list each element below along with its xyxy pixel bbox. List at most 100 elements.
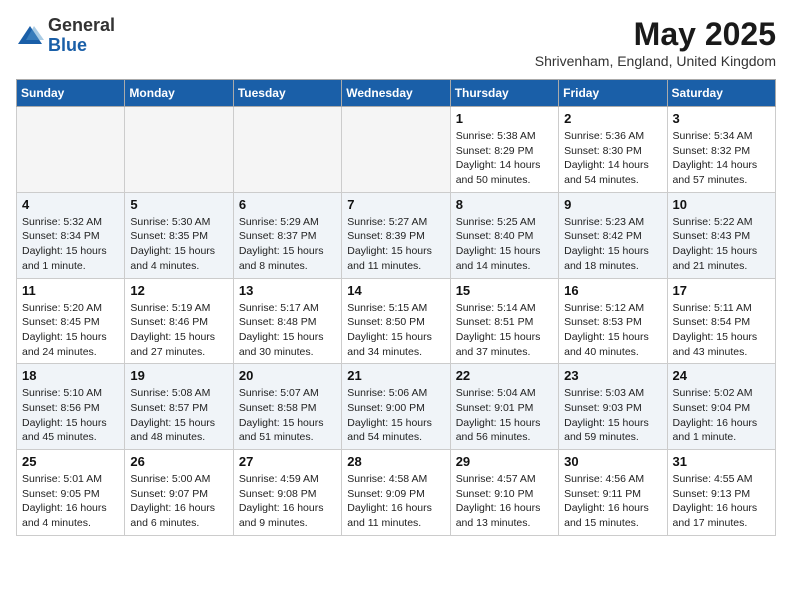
day-number: 17 [673, 283, 770, 298]
day-number: 21 [347, 368, 444, 383]
day-number: 20 [239, 368, 336, 383]
day-number: 8 [456, 197, 553, 212]
day-number: 9 [564, 197, 661, 212]
day-content: Sunrise: 4:59 AM Sunset: 9:08 PM Dayligh… [239, 472, 336, 531]
calendar-cell: 6Sunrise: 5:29 AM Sunset: 8:37 PM Daylig… [233, 192, 341, 278]
day-content: Sunrise: 4:57 AM Sunset: 9:10 PM Dayligh… [456, 472, 553, 531]
week-row-5: 25 Sunrise: 5:01 AM Sunset: 9:05 PM Dayli… [17, 450, 776, 536]
calendar-cell: 22 Sunrise: 5:04 AM Sunset: 9:01 PM Dayli… [450, 364, 558, 450]
calendar-cell: 7Sunrise: 5:27 AM Sunset: 8:39 PM Daylig… [342, 192, 450, 278]
day-content: Sunrise: 5:02 AM Sunset: 9:04 PM Dayligh… [673, 386, 770, 445]
calendar-cell: 19 Sunrise: 5:08 AM Sunset: 8:57 PM Dayli… [125, 364, 233, 450]
calendar-cell: 26 Sunrise: 5:00 AM Sunset: 9:07 PM Dayli… [125, 450, 233, 536]
month-title: May 2025 [535, 16, 776, 53]
logo-icon [16, 22, 44, 50]
day-content: Sunrise: 5:19 AM Sunset: 8:46 PM Dayligh… [130, 301, 227, 360]
weekday-header-saturday: Saturday [667, 80, 775, 107]
calendar-cell [233, 107, 341, 193]
day-number: 30 [564, 454, 661, 469]
day-content: Sunrise: 5:34 AM Sunset: 8:32 PM Dayligh… [673, 129, 770, 188]
calendar-cell [125, 107, 233, 193]
calendar-cell: 11Sunrise: 5:20 AM Sunset: 8:45 PM Dayli… [17, 278, 125, 364]
calendar-cell: 21 Sunrise: 5:06 AM Sunset: 9:00 PM Dayli… [342, 364, 450, 450]
day-number: 22 [456, 368, 553, 383]
logo: General Blue [16, 16, 115, 56]
day-number: 28 [347, 454, 444, 469]
weekday-header-row: SundayMondayTuesdayWednesdayThursdayFrid… [17, 80, 776, 107]
week-row-1: 1Sunrise: 5:38 AM Sunset: 8:29 PM Daylig… [17, 107, 776, 193]
day-content: Sunrise: 5:06 AM Sunset: 9:00 PM Dayligh… [347, 386, 444, 445]
page-header: General Blue May 2025 Shrivenham, Englan… [16, 16, 776, 69]
calendar-cell: 16Sunrise: 5:12 AM Sunset: 8:53 PM Dayli… [559, 278, 667, 364]
day-number: 24 [673, 368, 770, 383]
day-content: Sunrise: 5:00 AM Sunset: 9:07 PM Dayligh… [130, 472, 227, 531]
day-content: Sunrise: 5:25 AM Sunset: 8:40 PM Dayligh… [456, 215, 553, 274]
weekday-header-thursday: Thursday [450, 80, 558, 107]
calendar-cell: 2 Sunrise: 5:36 AM Sunset: 8:30 PM Daylig… [559, 107, 667, 193]
day-number: 11 [22, 283, 119, 298]
day-content: Sunrise: 5:32 AM Sunset: 8:34 PM Dayligh… [22, 215, 119, 274]
day-content: Sunrise: 5:22 AM Sunset: 8:43 PM Dayligh… [673, 215, 770, 274]
weekday-header-sunday: Sunday [17, 80, 125, 107]
day-content: Sunrise: 5:29 AM Sunset: 8:37 PM Dayligh… [239, 215, 336, 274]
day-number: 31 [673, 454, 770, 469]
day-content: Sunrise: 5:30 AM Sunset: 8:35 PM Dayligh… [130, 215, 227, 274]
day-content: Sunrise: 4:55 AM Sunset: 9:13 PM Dayligh… [673, 472, 770, 531]
week-row-3: 11Sunrise: 5:20 AM Sunset: 8:45 PM Dayli… [17, 278, 776, 364]
calendar-cell: 15Sunrise: 5:14 AM Sunset: 8:51 PM Dayli… [450, 278, 558, 364]
day-number: 2 [564, 111, 661, 126]
day-number: 14 [347, 283, 444, 298]
day-content: Sunrise: 5:04 AM Sunset: 9:01 PM Dayligh… [456, 386, 553, 445]
day-content: Sunrise: 5:10 AM Sunset: 8:56 PM Dayligh… [22, 386, 119, 445]
day-number: 19 [130, 368, 227, 383]
weekday-header-tuesday: Tuesday [233, 80, 341, 107]
week-row-4: 18Sunrise: 5:10 AM Sunset: 8:56 PM Dayli… [17, 364, 776, 450]
day-content: Sunrise: 4:56 AM Sunset: 9:11 PM Dayligh… [564, 472, 661, 531]
day-number: 29 [456, 454, 553, 469]
day-content: Sunrise: 5:08 AM Sunset: 8:57 PM Dayligh… [130, 386, 227, 445]
calendar-cell: 28 Sunrise: 4:58 AM Sunset: 9:09 PM Dayli… [342, 450, 450, 536]
day-content: Sunrise: 5:38 AM Sunset: 8:29 PM Dayligh… [456, 129, 553, 188]
calendar-cell: 5Sunrise: 5:30 AM Sunset: 8:35 PM Daylig… [125, 192, 233, 278]
day-content: Sunrise: 5:11 AM Sunset: 8:54 PM Dayligh… [673, 301, 770, 360]
week-row-2: 4Sunrise: 5:32 AM Sunset: 8:34 PM Daylig… [17, 192, 776, 278]
weekday-header-wednesday: Wednesday [342, 80, 450, 107]
day-content: Sunrise: 5:23 AM Sunset: 8:42 PM Dayligh… [564, 215, 661, 274]
day-content: Sunrise: 5:01 AM Sunset: 9:05 PM Dayligh… [22, 472, 119, 531]
calendar-cell: 1Sunrise: 5:38 AM Sunset: 8:29 PM Daylig… [450, 107, 558, 193]
calendar-cell: 3Sunrise: 5:34 AM Sunset: 8:32 PM Daylig… [667, 107, 775, 193]
calendar-cell [342, 107, 450, 193]
calendar-cell: 8 Sunrise: 5:25 AM Sunset: 8:40 PM Daylig… [450, 192, 558, 278]
calendar-cell: 4Sunrise: 5:32 AM Sunset: 8:34 PM Daylig… [17, 192, 125, 278]
calendar-cell: 25 Sunrise: 5:01 AM Sunset: 9:05 PM Dayli… [17, 450, 125, 536]
calendar-table: SundayMondayTuesdayWednesdayThursdayFrid… [16, 79, 776, 536]
location-text: Shrivenham, England, United Kingdom [535, 53, 776, 69]
calendar-cell: 14 Sunrise: 5:15 AM Sunset: 8:50 PM Dayli… [342, 278, 450, 364]
calendar-cell: 18Sunrise: 5:10 AM Sunset: 8:56 PM Dayli… [17, 364, 125, 450]
calendar-cell: 9 Sunrise: 5:23 AM Sunset: 8:42 PM Daylig… [559, 192, 667, 278]
calendar-cell: 13Sunrise: 5:17 AM Sunset: 8:48 PM Dayli… [233, 278, 341, 364]
day-number: 13 [239, 283, 336, 298]
calendar-cell: 17 Sunrise: 5:11 AM Sunset: 8:54 PM Dayli… [667, 278, 775, 364]
day-number: 25 [22, 454, 119, 469]
day-content: Sunrise: 5:36 AM Sunset: 8:30 PM Dayligh… [564, 129, 661, 188]
calendar-cell [17, 107, 125, 193]
day-content: Sunrise: 5:14 AM Sunset: 8:51 PM Dayligh… [456, 301, 553, 360]
day-content: Sunrise: 4:58 AM Sunset: 9:09 PM Dayligh… [347, 472, 444, 531]
day-content: Sunrise: 5:12 AM Sunset: 8:53 PM Dayligh… [564, 301, 661, 360]
logo-blue-text: Blue [48, 36, 115, 56]
day-content: Sunrise: 5:07 AM Sunset: 8:58 PM Dayligh… [239, 386, 336, 445]
calendar-cell: 10Sunrise: 5:22 AM Sunset: 8:43 PM Dayli… [667, 192, 775, 278]
weekday-header-monday: Monday [125, 80, 233, 107]
calendar-cell: 12 Sunrise: 5:19 AM Sunset: 8:46 PM Dayli… [125, 278, 233, 364]
day-content: Sunrise: 5:15 AM Sunset: 8:50 PM Dayligh… [347, 301, 444, 360]
day-number: 27 [239, 454, 336, 469]
calendar-cell: 30 Sunrise: 4:56 AM Sunset: 9:11 PM Dayli… [559, 450, 667, 536]
calendar-cell: 20 Sunrise: 5:07 AM Sunset: 8:58 PM Dayli… [233, 364, 341, 450]
day-number: 26 [130, 454, 227, 469]
day-number: 7 [347, 197, 444, 212]
day-number: 23 [564, 368, 661, 383]
calendar-cell: 27 Sunrise: 4:59 AM Sunset: 9:08 PM Dayli… [233, 450, 341, 536]
day-number: 12 [130, 283, 227, 298]
calendar-cell: 29 Sunrise: 4:57 AM Sunset: 9:10 PM Dayli… [450, 450, 558, 536]
